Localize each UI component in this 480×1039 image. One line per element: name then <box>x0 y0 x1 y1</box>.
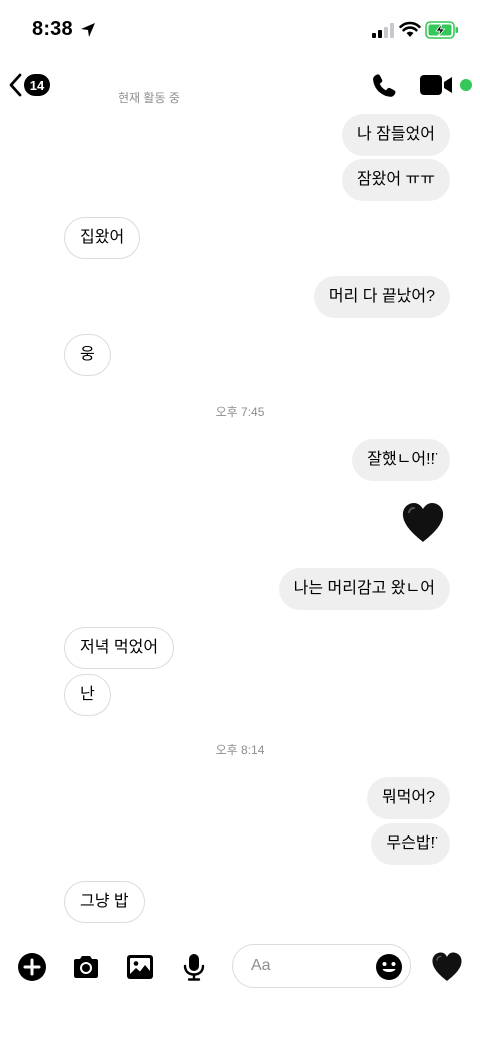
message-bubble-incoming[interactable]: 집왔어 <box>64 217 141 259</box>
active-status-label: 현재 활동 중 <box>118 91 180 105</box>
battery-charging-icon <box>425 21 458 39</box>
microphone-icon[interactable] <box>179 952 209 982</box>
message-bubble-outgoing[interactable]: 나 잠들었어 <box>341 114 450 156</box>
message-composer: Aa <box>0 942 480 990</box>
chat-header: 14 현재 활동 중 <box>0 62 480 112</box>
message-bubble-incoming[interactable]: 저녁 먹었어 <box>64 627 175 669</box>
message-bubble-outgoing[interactable]: 머리 다 끝났어? <box>313 276 450 318</box>
message-bubble-incoming[interactable]: 그냥 밥 <box>64 881 145 923</box>
plus-circle-icon[interactable] <box>17 952 47 982</box>
camera-icon[interactable] <box>71 952 101 982</box>
message-bubble-outgoing[interactable]: 나는 머리감고 왔ㄴ어 <box>278 568 450 610</box>
cellular-signal-icon <box>372 23 394 38</box>
emoji-icon[interactable] <box>375 953 403 981</box>
online-indicator <box>460 79 472 91</box>
message-bubble-incoming[interactable]: 웅 <box>64 334 111 376</box>
message-thread: 나 잠들었어 잠왔어 ㅠㅠ 집왔어 머리 다 끝났어? 웅 오후 7:45 잘했… <box>0 112 480 932</box>
back-button[interactable]: 14 <box>8 70 56 100</box>
message-bubble-outgoing[interactable]: 잘했ㄴ어!!̈ <box>352 439 450 481</box>
message-input-placeholder: Aa <box>251 957 271 974</box>
message-timestamp: 오후 7:45 <box>215 405 265 419</box>
black-heart-icon[interactable] <box>400 500 446 546</box>
video-call-icon[interactable] <box>419 74 455 96</box>
heart-icon[interactable] <box>430 950 464 984</box>
message-bubble-outgoing[interactable]: 잠왔어 ㅠㅠ <box>341 159 450 201</box>
unread-count-badge: 14 <box>24 74 50 96</box>
chevron-left-icon <box>9 73 22 97</box>
location-arrow-icon <box>81 23 95 37</box>
message-bubble-outgoing[interactable]: 무슨밥!̈ <box>371 823 450 865</box>
message-bubble-outgoing[interactable]: 뭐먹어? <box>366 777 450 819</box>
message-input[interactable]: Aa <box>232 944 411 988</box>
image-gallery-icon[interactable] <box>125 952 155 982</box>
wifi-icon <box>399 21 421 37</box>
message-timestamp: 오후 8:14 <box>215 743 265 757</box>
message-bubble-incoming[interactable]: 난 <box>64 674 111 716</box>
status-bar: 8:38 <box>0 0 480 60</box>
phone-call-icon[interactable] <box>370 72 398 100</box>
status-time: 8:38 <box>32 18 73 40</box>
